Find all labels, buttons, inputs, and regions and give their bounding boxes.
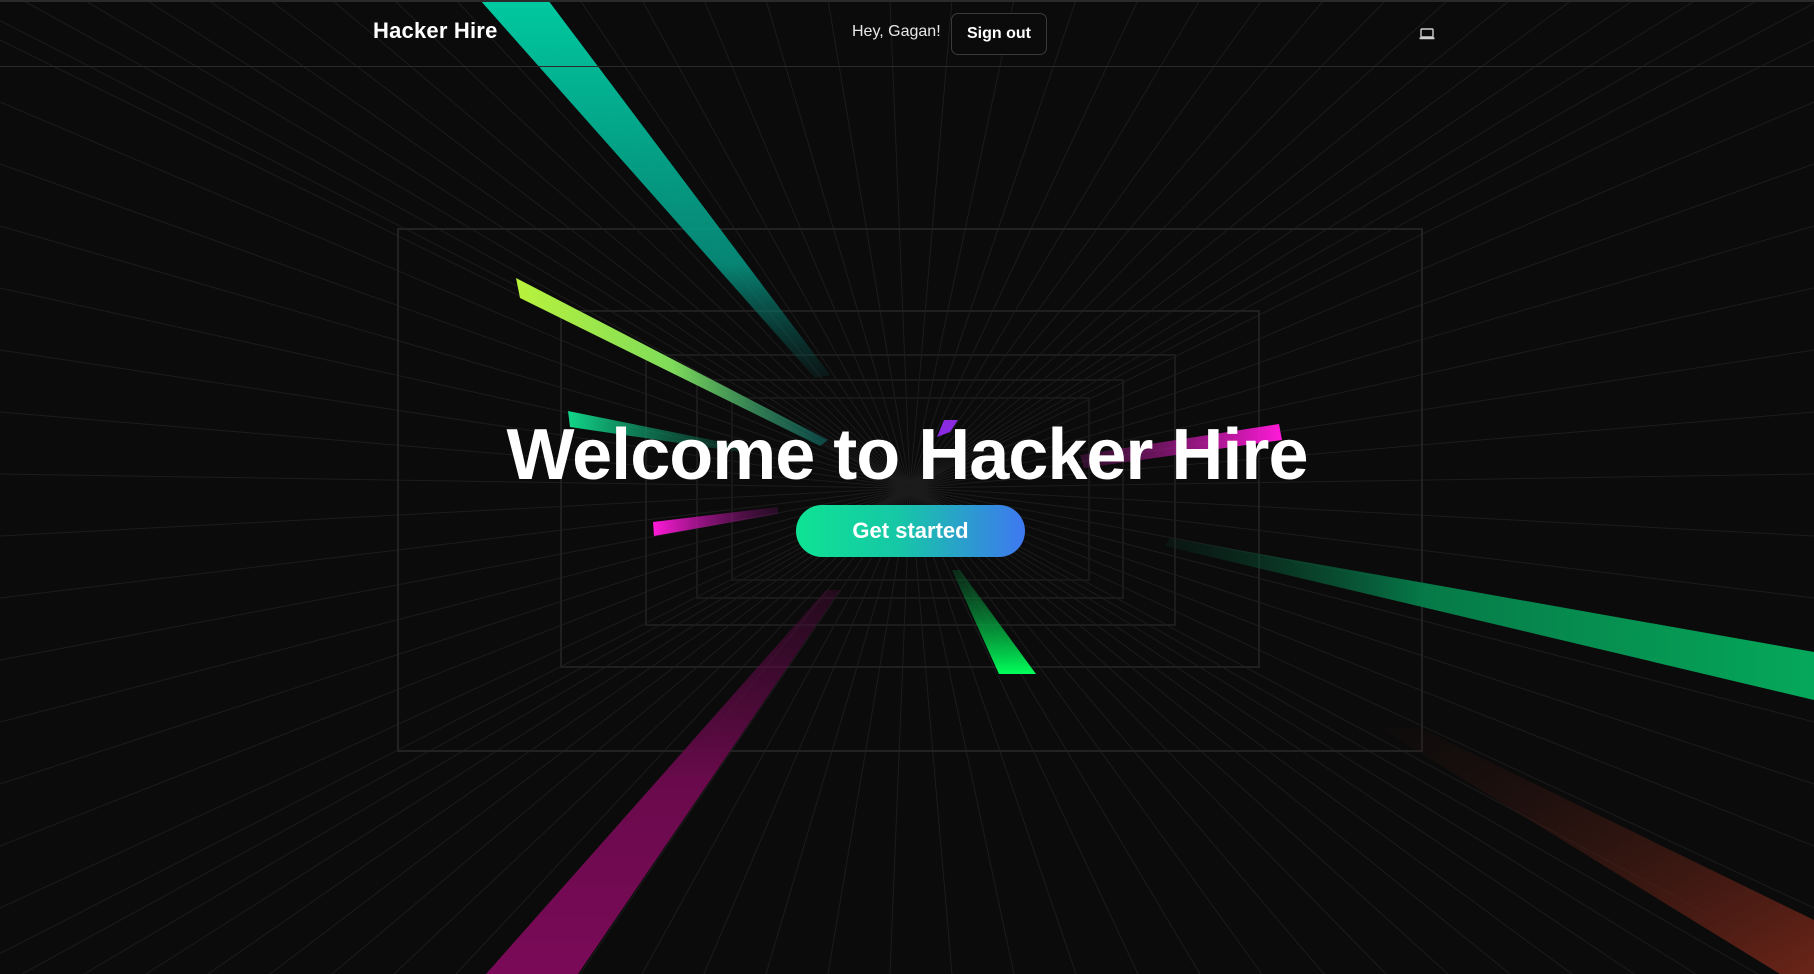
perspective-ray [909,487,1015,974]
perspective-ray [0,487,911,909]
theme-toggle-button[interactable] [1414,24,1440,46]
sign-out-button[interactable]: Sign out [951,13,1047,55]
user-greeting: Hey, Gagan! [852,23,941,40]
streak-brown [1380,728,1814,974]
perspective-ray [909,487,1201,974]
perspective-ray [0,487,911,955]
perspective-ray [0,487,911,785]
perspective-ray [909,487,1814,723]
perspective-ray [909,487,1139,974]
perspective-ray [0,487,911,599]
perspective-ray [145,487,911,974]
perspective-ray [909,487,1759,974]
page: Hacker Hire Hey, Gagan! Sign out Welcome… [0,0,1814,974]
perspective-ray [909,487,1697,974]
perspective-ray [909,487,1814,909]
top-nav: Hacker Hire Hey, Gagan! Sign out [0,0,1814,67]
streak-green-bottom [952,570,1036,674]
perspective-ray [21,487,911,974]
perspective-ray [909,487,1263,974]
perspective-ray [889,487,911,974]
laptop-icon [1419,28,1435,40]
hero-title: Welcome to Hacker Hire [506,415,1308,495]
perspective-ray [83,487,911,974]
streak-plum [486,590,840,974]
perspective-ray [909,487,1077,974]
perspective-ray [909,487,953,974]
perspective-ray [579,487,911,974]
brand-logo[interactable]: Hacker Hire [373,18,498,44]
perspective-ray [393,487,911,974]
perspective-ray [909,487,1449,974]
perspective-ray [909,487,1387,974]
perspective-ray [765,487,911,974]
perspective-ray [827,487,911,974]
get-started-button[interactable]: Get started [796,505,1025,557]
